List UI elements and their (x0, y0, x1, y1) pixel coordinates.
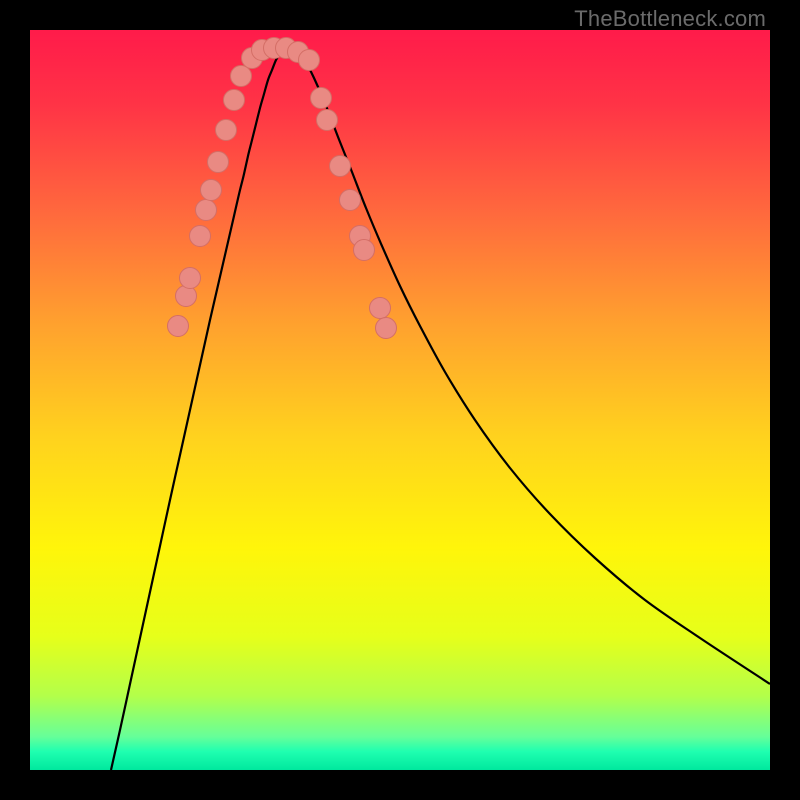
highlight-dot (224, 90, 245, 111)
highlight-dot (370, 298, 391, 319)
highlight-dot (196, 200, 217, 221)
highlight-dot (330, 156, 351, 177)
highlight-dot (317, 110, 338, 131)
highlight-dot (376, 318, 397, 339)
highlight-dot (311, 88, 332, 109)
highlight-dots (168, 38, 397, 339)
highlight-dot (190, 226, 211, 247)
highlight-dot (354, 240, 375, 261)
watermark-text: TheBottleneck.com (574, 6, 766, 32)
plot-area (30, 30, 770, 770)
highlight-dot (180, 268, 201, 289)
curve-layer (30, 30, 770, 770)
highlight-dot (168, 316, 189, 337)
chart-frame: TheBottleneck.com (0, 0, 800, 800)
highlight-dot (216, 120, 237, 141)
highlight-dot (299, 50, 320, 71)
highlight-dot (340, 190, 361, 211)
highlight-dot (208, 152, 229, 173)
highlight-dot (201, 180, 222, 201)
highlight-dot (176, 286, 197, 307)
highlight-dot (231, 66, 252, 87)
